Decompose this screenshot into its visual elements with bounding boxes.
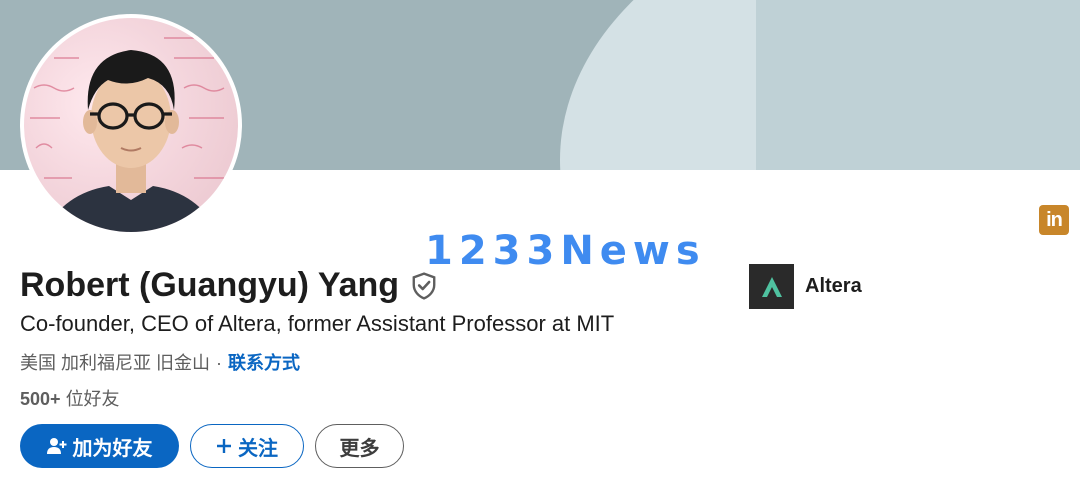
profile-headline: Co-founder, CEO of Altera, former Assist… [20,311,615,336]
company-name: Altera [805,275,862,297]
connect-button[interactable]: 加为好友 [20,424,179,468]
watermark: 1233News [425,228,706,274]
profile-name: Robert (Guangyu) Yang [20,266,400,304]
connections-count[interactable]: 500+ 位好友 [20,385,120,411]
current-company[interactable]: Altera [749,264,862,309]
more-label: 更多 [339,437,380,460]
banner-shape [756,0,1080,170]
contact-info-link[interactable]: 联系方式 [228,353,300,373]
action-buttons: 加为好友 关注 更多 [20,424,404,468]
avatar[interactable] [20,14,242,236]
avatar-photo [24,18,238,232]
location-row: 美国 加利福尼亚 旧金山 · 联系方式 [20,349,300,375]
avatar-illustration [30,37,225,232]
plus-icon [217,439,231,453]
connections-label: 位好友 [65,389,120,409]
profile-location: 美国 加利福尼亚 旧金山 [20,353,211,373]
name-row: Robert (Guangyu) Yang [20,266,437,305]
altera-logo-icon [749,264,794,309]
connect-label: 加为好友 [72,437,153,460]
linkedin-badge-text: in [1046,208,1063,231]
follow-label: 关注 [238,437,278,460]
follow-button[interactable]: 关注 [190,424,304,468]
linkedin-icon[interactable]: in [1039,205,1069,235]
shield-check-icon[interactable] [411,271,437,300]
add-user-icon [46,438,66,454]
more-button[interactable]: 更多 [315,424,404,468]
connections-number: 500+ [20,389,61,409]
separator-dot: · [216,353,223,373]
